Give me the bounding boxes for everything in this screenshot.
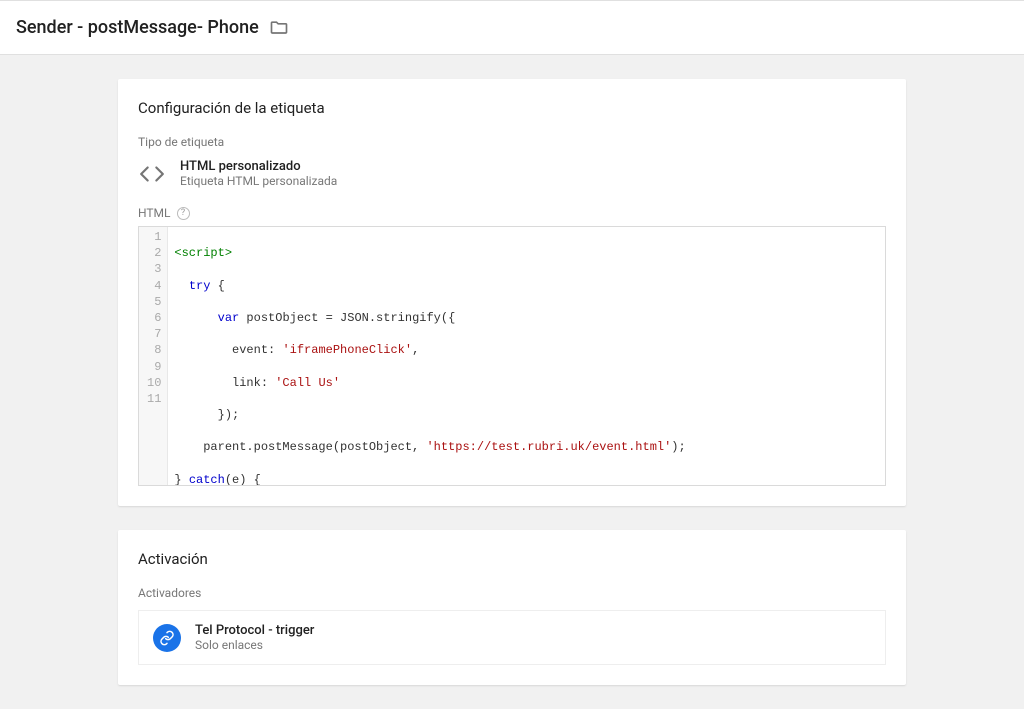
tag-type-label: Tipo de etiqueta [138, 135, 886, 149]
html-code-editor[interactable]: 123 456 789 1011 <script> try { var post… [138, 226, 886, 486]
page-title: Sender - postMessage- Phone [16, 17, 259, 38]
code-area[interactable]: <script> try { var postObject = JSON.str… [168, 227, 885, 485]
code-gutter: 123 456 789 1011 [139, 227, 168, 485]
tag-config-card: Configuración de la etiqueta Tipo de eti… [118, 79, 906, 506]
folder-icon[interactable] [269, 18, 289, 38]
activation-card: Activación Activadores Tel Protocol - tr… [118, 530, 906, 685]
trigger-sub: Solo enlaces [195, 638, 314, 652]
triggers-label: Activadores [138, 586, 886, 600]
trigger-name: Tel Protocol - trigger [195, 623, 314, 638]
tag-type-sub: Etiqueta HTML personalizada [180, 174, 337, 188]
html-section-label: HTML [138, 206, 171, 220]
activation-card-title: Activación [138, 550, 886, 568]
tag-type-name: HTML personalizado [180, 159, 337, 174]
link-icon [153, 624, 181, 652]
trigger-row[interactable]: Tel Protocol - trigger Solo enlaces [138, 610, 886, 665]
help-icon[interactable]: ? [177, 207, 190, 220]
code-brackets-icon [138, 160, 166, 188]
tag-type-row[interactable]: HTML personalizado Etiqueta HTML persona… [138, 159, 886, 188]
config-card-title: Configuración de la etiqueta [138, 99, 886, 117]
